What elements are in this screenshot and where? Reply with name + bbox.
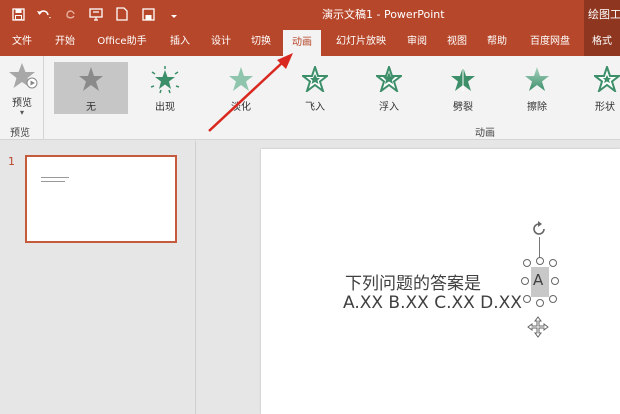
animation-label: 出现 [155,102,175,113]
animation-label: 擦除 [527,102,547,113]
animation-label: 浮入 [379,102,399,113]
star-wipe-icon [525,67,549,91]
tab-office-assistant[interactable]: Office助手 [92,28,152,56]
animation-label: 无 [86,102,96,113]
slide-thumbnail[interactable] [25,155,177,243]
tab-review[interactable]: 审阅 [402,28,432,56]
drawing-tools-context-title: 绘图工 [584,0,620,28]
star-none-icon [79,67,103,91]
animation-label: 劈裂 [453,102,473,113]
star-fly-in-icon [302,66,328,92]
resize-handle[interactable] [523,295,531,303]
slide-number: 1 [8,155,15,168]
tab-slideshow[interactable]: 幻灯片放映 [330,28,392,56]
animation-gallery: 无 出现 淡化 飞入 浮入 劈裂 擦除 形状 [52,62,620,118]
quick-access-toolbar [6,4,186,24]
title-bar: 演示文稿1 - PowerPoint 绘图工 [0,0,620,28]
tab-view[interactable]: 视图 [442,28,472,56]
window-title: 演示文稿1 - PowerPoint [322,8,445,21]
slide-editor: 下列问题的答案是 A.XX B.XX C.XX D.XX A [197,141,620,414]
chevron-down-icon[interactable]: ▾ [4,108,40,117]
thumbnail-text-line [41,177,69,178]
tab-help[interactable]: 帮助 [482,28,512,56]
tab-insert[interactable]: 插入 [164,28,196,56]
tab-design[interactable]: 设计 [205,28,237,56]
selected-text-box[interactable]: A [521,257,559,309]
preview-label: 预览 [12,98,32,109]
move-handle-icon[interactable] [527,316,549,338]
animation-wipe[interactable]: 擦除 [500,62,574,114]
tab-baidu-netdisk[interactable]: 百度网盘 [522,28,578,56]
save-as-icon[interactable] [136,4,160,24]
tab-format[interactable]: 格式 [584,28,620,56]
animation-shape[interactable]: 形状 [574,62,620,114]
resize-handle[interactable] [523,259,531,267]
resize-handle[interactable] [536,299,544,307]
ribbon-panel: 预览 ▾ 预览 无 出现 淡化 飞入 浮入 劈裂 擦除 形状 动画 [0,56,620,140]
options-text[interactable]: A.XX B.XX C.XX D.XX [343,293,522,313]
animation-split[interactable]: 劈裂 [426,62,500,114]
animation-float-in[interactable]: 浮入 [352,62,426,114]
star-burst-icon [150,66,180,94]
resize-handle[interactable] [549,259,557,267]
question-text[interactable]: 下列问题的答案是 [345,269,481,294]
slide-thumbnail-pane: 1 [0,141,196,414]
resize-handle[interactable] [536,257,544,265]
star-float-in-icon [376,66,402,92]
preview-star-icon [9,63,38,89]
more-icon[interactable] [162,4,186,24]
animation-none[interactable]: 无 [54,62,128,114]
animation-appear[interactable]: 出现 [128,62,202,114]
save-icon[interactable] [6,4,30,24]
tab-file[interactable]: 文件 [8,28,36,56]
animation-group-label: 动画 [475,128,495,139]
present-icon[interactable] [84,4,108,24]
animation-fade[interactable]: 淡化 [204,62,278,114]
undo-icon[interactable] [32,4,56,24]
rotate-handle-icon[interactable] [529,219,549,239]
preview-group-label: 预览 [10,128,30,139]
selected-letter[interactable]: A [533,271,543,289]
animation-fly-in[interactable]: 飞入 [278,62,352,114]
slide-canvas[interactable]: 下列问题的答案是 A.XX B.XX C.XX D.XX A [261,149,620,414]
star-split-icon [451,67,475,91]
thumbnail-text-line [41,181,65,182]
resize-handle[interactable] [521,277,529,285]
animation-label: 飞入 [305,102,325,113]
powerpoint-window: 演示文稿1 - PowerPoint 绘图工 文件 开始 Office助手 插入… [0,0,620,414]
tab-home[interactable]: 开始 [50,28,80,56]
star-fade-icon [229,67,253,91]
preview-button[interactable]: 预览 ▾ [4,60,40,120]
star-shape-icon [594,66,620,92]
tab-animations[interactable]: 动画 [283,30,321,56]
redo-icon[interactable] [58,4,82,24]
animation-label: 淡化 [231,102,251,113]
resize-handle[interactable] [551,277,559,285]
ribbon-tabs: 文件 开始 Office助手 插入 设计 切换 动画 幻灯片放映 审阅 视图 帮… [0,28,620,56]
preview-group: 预览 ▾ 预览 [0,56,44,140]
animation-label: 形状 [595,102,615,113]
resize-handle[interactable] [549,295,557,303]
tab-transitions[interactable]: 切换 [245,28,277,56]
new-icon[interactable] [110,4,134,24]
